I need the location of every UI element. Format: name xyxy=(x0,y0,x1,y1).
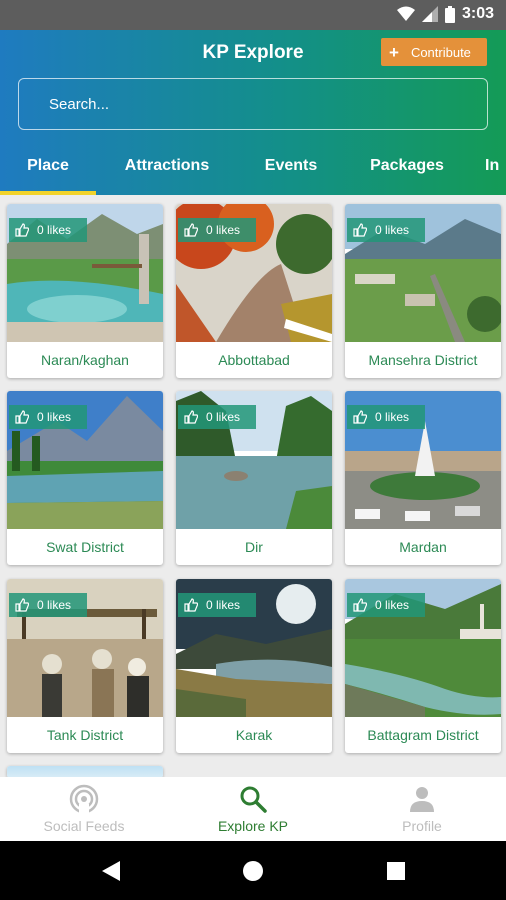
contribute-label: Contribute xyxy=(410,44,471,60)
status-time: 3:03 xyxy=(461,5,494,22)
likes-badge[interactable]: 0 likes xyxy=(347,218,425,242)
thumbs-up-icon xyxy=(184,410,198,424)
search-input[interactable]: Search... xyxy=(18,78,488,130)
place-name: Battagram District xyxy=(367,727,479,743)
likes-badge[interactable]: 0 likes xyxy=(347,593,425,617)
nav-profile[interactable]: Profile xyxy=(338,777,506,841)
bottom-navigation: Social Feeds Explore KP Profile xyxy=(0,777,506,841)
tab-label: Events xyxy=(264,156,318,174)
thumbs-up-icon xyxy=(15,598,29,612)
home-icon[interactable] xyxy=(242,860,264,882)
likes-badge[interactable]: 0 likes xyxy=(178,218,256,242)
place-image xyxy=(7,766,163,777)
thumbs-up-icon xyxy=(15,410,29,424)
likes-badge[interactable]: 0 likes xyxy=(178,593,256,617)
thumbs-up-icon xyxy=(353,598,367,612)
thumbs-up-icon xyxy=(353,410,367,424)
social-feeds-icon xyxy=(69,784,99,814)
search-placeholder: Search... xyxy=(49,95,110,113)
likes-count: 0 likes xyxy=(206,223,241,237)
place-name: Tank District xyxy=(46,727,124,743)
tab-label: In xyxy=(485,156,500,174)
likes-badge[interactable]: 0 likes xyxy=(9,593,87,617)
likes-badge[interactable]: 0 likes xyxy=(347,405,425,429)
place-card-dir[interactable]: 0 likes Dir xyxy=(176,391,332,565)
profile-icon xyxy=(410,787,434,812)
likes-count: 0 likes xyxy=(375,223,410,237)
likes-badge[interactable]: 0 likes xyxy=(9,405,87,429)
place-card-abbottabad[interactable]: 0 likes Abbottabad xyxy=(176,204,332,378)
tab-packages[interactable]: Packages xyxy=(354,136,460,195)
battery-icon xyxy=(444,5,455,23)
place-name: Karak xyxy=(235,727,273,743)
category-tabs: Place Attractions Events Packages In xyxy=(0,136,506,195)
recents-icon[interactable] xyxy=(386,861,406,881)
places-grid: 0 likes Naran/kaghan 0 likes Abbottabad xyxy=(0,195,506,777)
place-name: Abbottabad xyxy=(218,352,290,368)
status-icons: 3:03 xyxy=(396,5,494,23)
system-navigation-bar xyxy=(0,841,506,900)
nav-label: Profile xyxy=(402,818,442,834)
place-card-tank[interactable]: 0 likes Tank District xyxy=(7,579,163,753)
tab-partial[interactable]: In xyxy=(485,136,506,195)
place-card-partial[interactable] xyxy=(7,766,163,777)
status-bar: 3:03 xyxy=(0,0,506,30)
place-card-mansehra[interactable]: 0 likes Mansehra District xyxy=(345,204,501,378)
nav-label: Social Feeds xyxy=(43,818,125,834)
place-card-mardan[interactable]: 0 likes Mardan xyxy=(345,391,501,565)
likes-count: 0 likes xyxy=(37,598,72,612)
tab-events[interactable]: Events xyxy=(248,136,334,195)
likes-count: 0 likes xyxy=(37,223,72,237)
likes-badge[interactable]: 0 likes xyxy=(9,218,87,242)
tab-attractions[interactable]: Attractions xyxy=(106,136,228,195)
thumbs-up-icon xyxy=(353,223,367,237)
search-icon xyxy=(240,786,267,813)
contribute-button[interactable]: + Contribute xyxy=(381,38,487,66)
likes-badge[interactable]: 0 likes xyxy=(178,405,256,429)
nav-label: Explore KP xyxy=(217,818,289,834)
place-card-karak[interactable]: 0 likes Karak xyxy=(176,579,332,753)
wifi-icon xyxy=(396,6,415,21)
likes-count: 0 likes xyxy=(206,410,241,424)
likes-count: 0 likes xyxy=(375,598,410,612)
nav-social-feeds[interactable]: Social Feeds xyxy=(0,777,168,841)
place-name: Mardan xyxy=(399,539,447,555)
signal-icon xyxy=(421,6,438,22)
place-name: Naran/kaghan xyxy=(41,352,129,368)
place-card-swat[interactable]: 0 likes Swat District xyxy=(7,391,163,565)
tab-label: Place xyxy=(27,156,69,174)
nav-explore-kp[interactable]: Explore KP xyxy=(169,777,337,841)
place-card-naran-kaghan[interactable]: 0 likes Naran/kaghan xyxy=(7,204,163,378)
likes-count: 0 likes xyxy=(375,410,410,424)
plus-icon: + xyxy=(389,42,399,62)
tab-place[interactable]: Place xyxy=(0,136,96,195)
thumbs-up-icon xyxy=(15,223,29,237)
app-header: KP Explore + Contribute Search... Place … xyxy=(0,30,506,195)
thumbs-up-icon xyxy=(184,598,198,612)
likes-count: 0 likes xyxy=(206,598,241,612)
place-name: Dir xyxy=(245,539,263,555)
place-name: Swat District xyxy=(46,539,124,555)
tab-label: Packages xyxy=(370,156,444,174)
place-card-battagram[interactable]: 0 likes Battagram District xyxy=(345,579,501,753)
tab-label: Attractions xyxy=(124,156,210,174)
thumbs-up-icon xyxy=(184,223,198,237)
likes-count: 0 likes xyxy=(37,410,72,424)
back-icon[interactable] xyxy=(100,859,122,883)
place-name: Mansehra District xyxy=(368,352,478,368)
